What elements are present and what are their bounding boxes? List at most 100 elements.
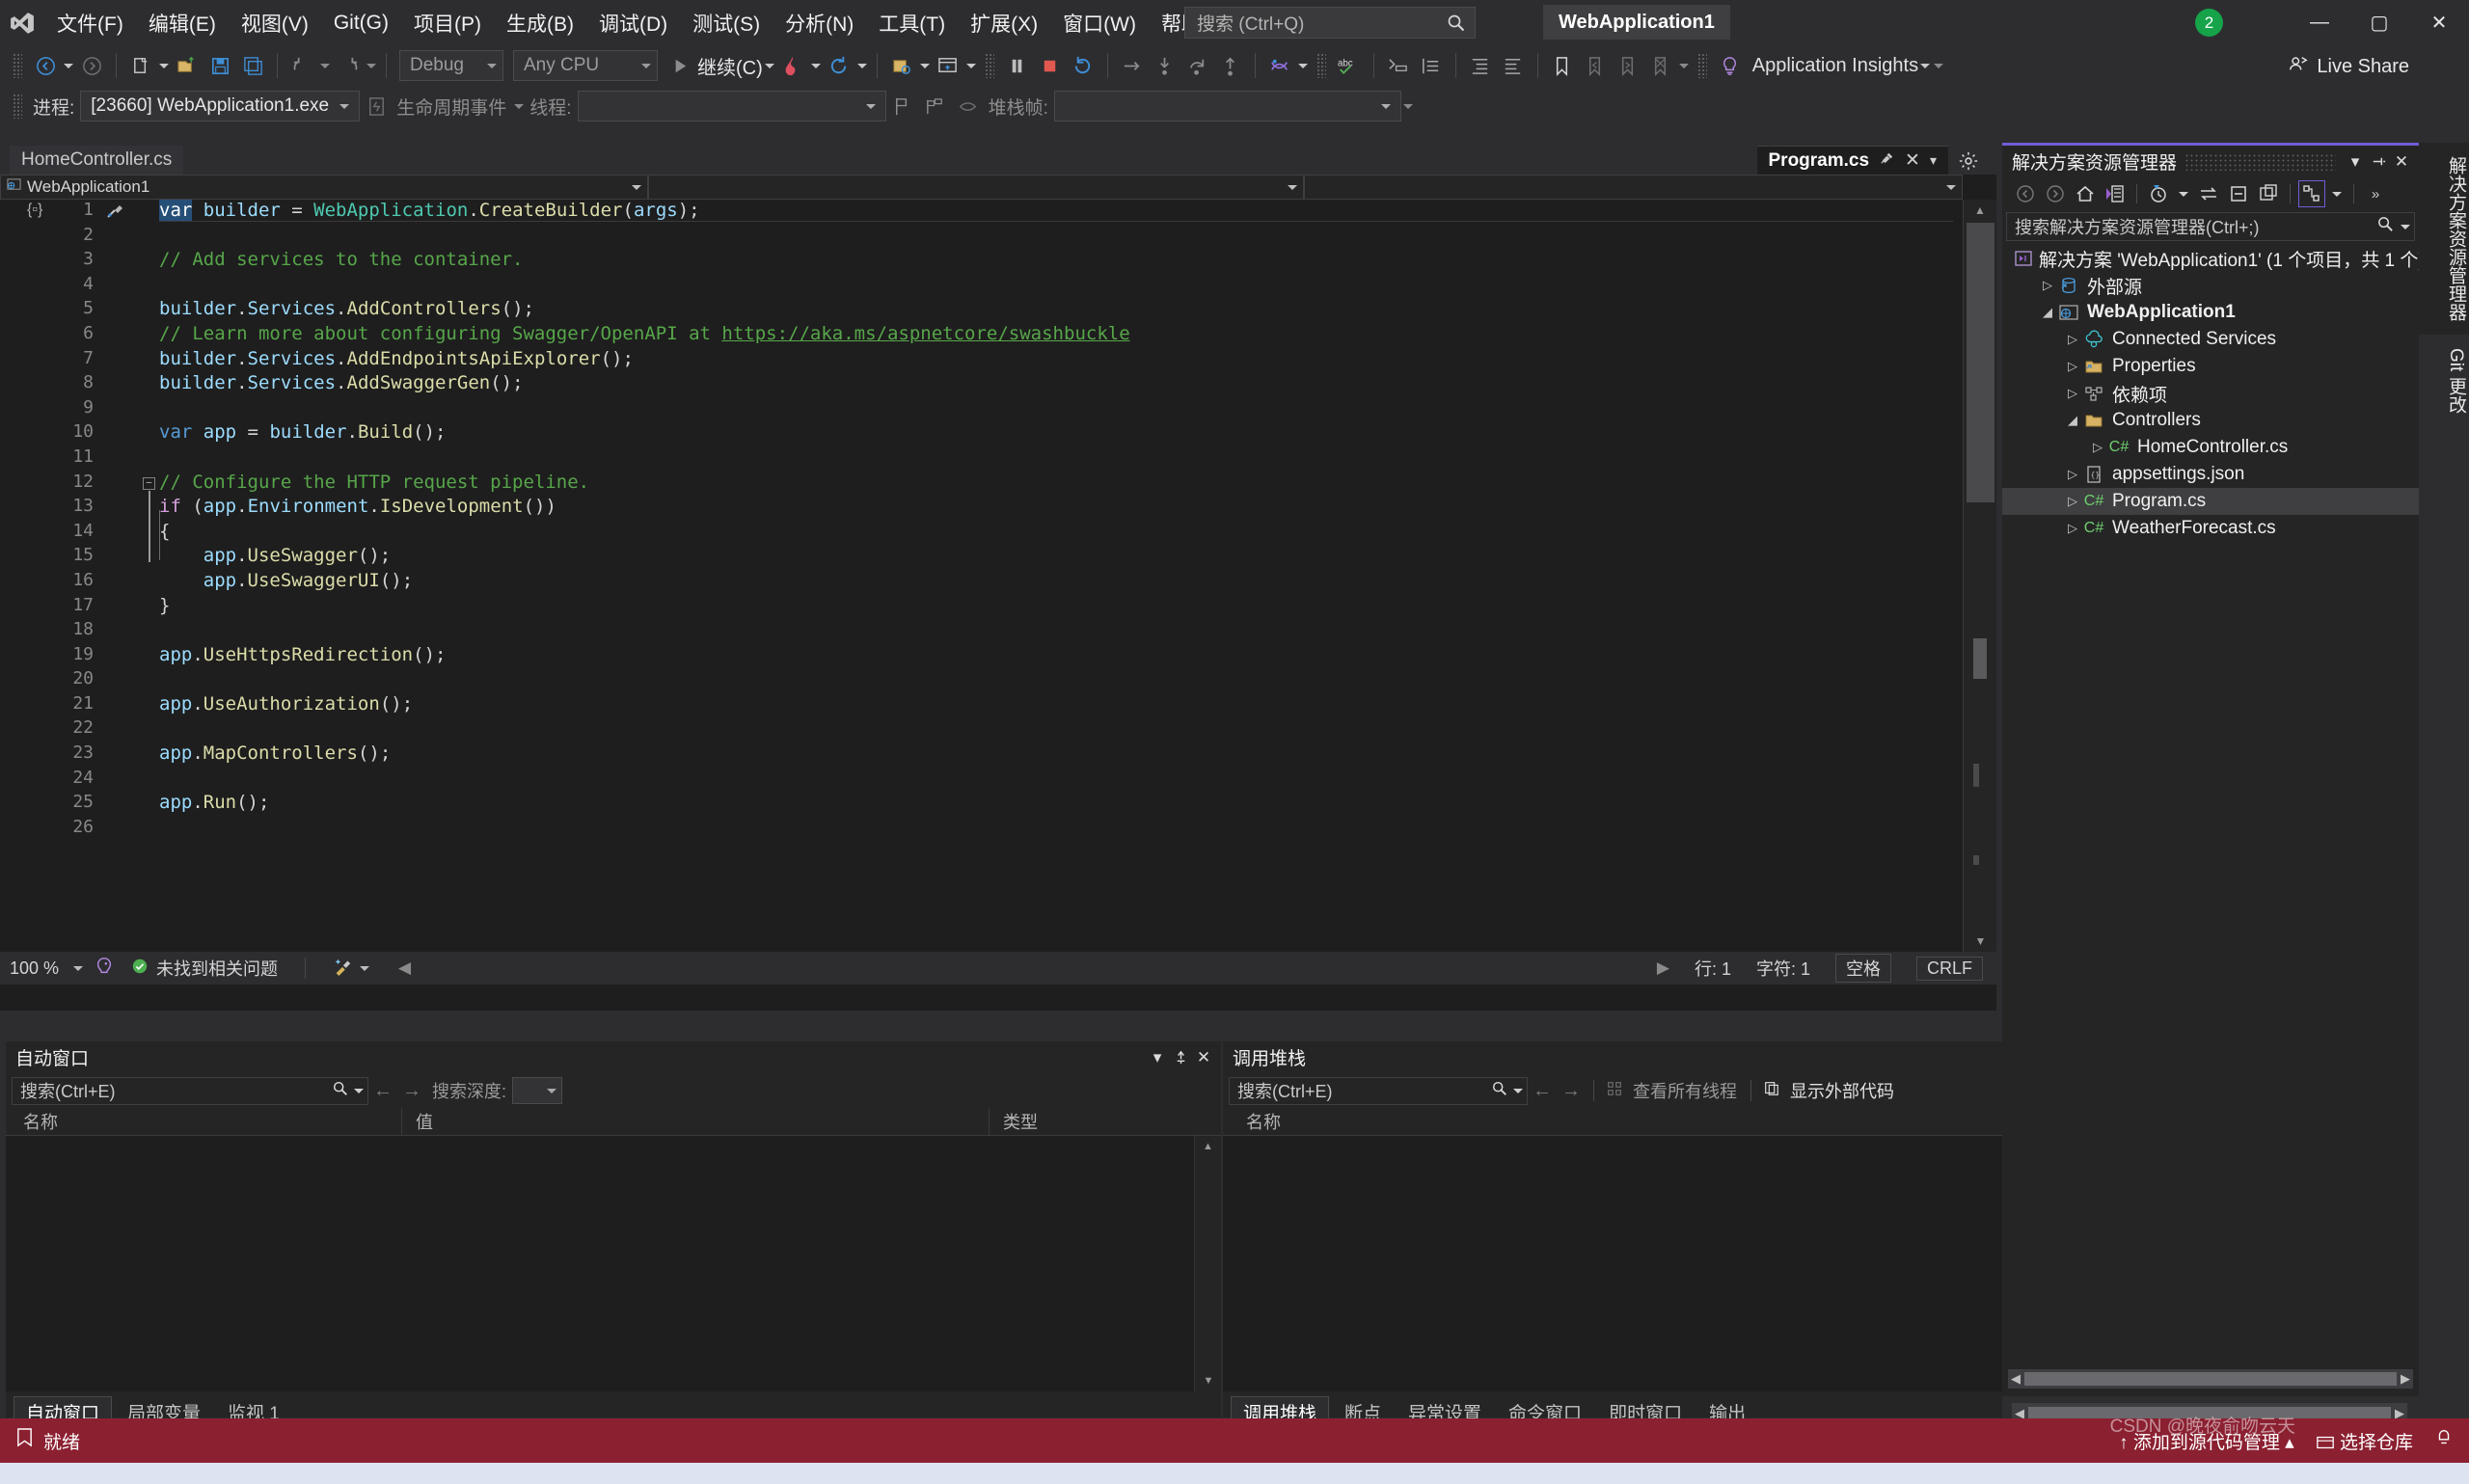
lifecycle-events-icon[interactable] — [360, 89, 393, 123]
se-forward-icon[interactable] — [2042, 180, 2069, 207]
menu-item-5[interactable]: 生成(B) — [494, 0, 586, 45]
se-back-icon[interactable] — [2012, 180, 2039, 207]
select-startup-item-icon[interactable] — [932, 48, 964, 83]
lifecycle-events-dropdown[interactable] — [512, 89, 526, 123]
menu-item-4[interactable]: 项目(P) — [401, 0, 494, 45]
new-item-icon[interactable] — [124, 48, 157, 83]
code-line[interactable]: 16 app.UseSwaggerUI(); — [0, 570, 1963, 595]
scroll-down-icon[interactable]: ▼ — [1964, 931, 1997, 952]
continue-dropdown[interactable] — [763, 48, 776, 83]
panel-drag-dots[interactable] — [2184, 152, 2336, 171]
intellicode-icon[interactable] — [95, 957, 114, 981]
member-select[interactable] — [1304, 175, 1963, 200]
continue-play-icon[interactable] — [663, 48, 695, 83]
se-search-dropdown-icon[interactable] — [2401, 224, 2410, 229]
uncomment-selection-icon[interactable] — [1415, 48, 1448, 83]
code-line[interactable]: 12 // Configure the HTTP request pipeline… — [0, 472, 1963, 497]
restart-debug-icon[interactable] — [1067, 48, 1099, 83]
editor-settings-gear-icon[interactable] — [1958, 150, 1979, 176]
se-overflow-icon[interactable]: » — [2362, 180, 2389, 207]
autos-col-name[interactable]: 名称 — [6, 1109, 401, 1134]
save-icon[interactable] — [203, 48, 236, 83]
menu-item-8[interactable]: 分析(N) — [773, 0, 866, 45]
threads-dropdown[interactable] — [1296, 48, 1310, 83]
thread-select[interactable] — [577, 91, 886, 121]
panel-close-icon[interactable]: ✕ — [2390, 150, 2413, 174]
toolbar-grip[interactable] — [13, 53, 22, 78]
prev-bookmark-icon[interactable] — [1579, 48, 1612, 83]
open-file-icon[interactable] — [171, 48, 203, 83]
outdent-icon[interactable] — [1497, 48, 1530, 83]
continue-label[interactable]: 继续(C) — [697, 52, 763, 80]
hot-reload-icon[interactable] — [776, 48, 809, 83]
panel-menu-chevron-down-icon[interactable]: ▾ — [2344, 150, 2367, 174]
autos-search-depth-select[interactable] — [512, 1077, 563, 1104]
restart-dropdown[interactable] — [855, 48, 869, 83]
autos-vertical-scrollbar[interactable]: ▲ ▼ — [1194, 1136, 1221, 1391]
solution-platform-select[interactable]: Any CPU — [513, 50, 658, 81]
code-editor[interactable]: {▫} − 1 var builder = WebApplication.Crea… — [0, 200, 1963, 952]
tree-node-7[interactable]: ▷ C# HomeController.cs — [2002, 434, 2419, 461]
code-cleanup-dropdown[interactable] — [360, 965, 369, 971]
solution-tree[interactable]: 解决方案 'WebApplication1' (1 个项目，共 1 个) ▷ 外部源… — [2002, 245, 2425, 542]
se-home-icon[interactable] — [2072, 180, 2099, 207]
navigate-forward-icon[interactable] — [75, 48, 108, 83]
tree-expander-icon[interactable]: ▷ — [2039, 278, 2056, 293]
code-line[interactable]: 17} — [0, 595, 1963, 620]
stop-icon[interactable] — [1034, 48, 1067, 83]
code-line[interactable]: 8 builder.Services.AddSwaggerGen(); — [0, 372, 1963, 397]
redo-dropdown[interactable] — [365, 48, 378, 83]
hscroll-right-icon[interactable]: ▶ — [2401, 1371, 2410, 1387]
editor-vertical-scrollbar[interactable]: ▲ ▼ — [1963, 200, 1996, 952]
autos-scroll-down-icon[interactable]: ▼ — [1195, 1370, 1222, 1391]
clear-bookmarks-icon[interactable] — [1644, 48, 1677, 83]
scroll-left-icon[interactable]: ◀ — [398, 958, 411, 978]
toolbar-overflow[interactable] — [1932, 48, 1945, 83]
bookmark-icon[interactable] — [1546, 48, 1579, 83]
code-line[interactable]: 21 app.UseAuthorization(); — [0, 693, 1963, 718]
spellcheck-icon[interactable]: abc — [1333, 48, 1366, 83]
show-external-code-icon[interactable] — [1763, 1080, 1780, 1102]
code-line[interactable]: 14 { — [0, 521, 1963, 546]
step-out-icon[interactable] — [1214, 48, 1247, 83]
new-item-dropdown[interactable] — [157, 48, 171, 83]
type-select[interactable] — [648, 175, 1304, 200]
code-line[interactable]: 1 var builder = WebApplication.CreateBuil… — [0, 200, 1963, 225]
code-line[interactable]: 25 app.Run(); — [0, 792, 1963, 817]
undo-dropdown[interactable] — [318, 48, 332, 83]
code-lines[interactable]: 1 var builder = WebApplication.CreateBuil… — [0, 200, 1963, 841]
code-line[interactable]: 6 // Learn more about configuring Swagger… — [0, 323, 1963, 348]
pause-icon[interactable] — [1001, 48, 1034, 83]
toolbar-grip-3[interactable] — [1316, 53, 1326, 78]
scrollbar-thumb[interactable] — [1967, 223, 1994, 502]
tree-node-8[interactable]: ▷ {} appsettings.json — [2002, 461, 2419, 488]
tree-expander-icon[interactable]: ▷ — [2089, 440, 2106, 455]
save-all-icon[interactable] — [236, 48, 269, 83]
code-line[interactable]: 22 — [0, 717, 1963, 742]
se-show-all-files-icon[interactable] — [2298, 180, 2325, 207]
menu-item-10[interactable]: 扩展(X) — [958, 0, 1050, 45]
redo-icon[interactable] — [332, 48, 365, 83]
toolbar-grip-4[interactable] — [1696, 53, 1707, 78]
callstack-search-prev-icon[interactable]: ← — [1528, 1080, 1557, 1102]
tree-expander-icon[interactable]: ◢ — [2039, 305, 2056, 320]
code-line[interactable]: 4 — [0, 274, 1963, 299]
hscroll-left-icon[interactable]: ◀ — [2011, 1371, 2021, 1387]
tree-expander-icon[interactable]: ▷ — [2064, 386, 2081, 401]
panel-pin-icon[interactable] — [2367, 150, 2390, 174]
zoom-dropdown-icon[interactable] — [73, 965, 83, 971]
step-into-icon[interactable] — [1149, 48, 1181, 83]
debug-toolbar-overflow[interactable] — [1401, 89, 1415, 123]
threads-icon[interactable] — [1263, 48, 1296, 83]
code-line[interactable]: 10 var app = builder.Build(); — [0, 421, 1963, 446]
restart-icon[interactable] — [823, 48, 855, 83]
browser-link-icon[interactable] — [885, 48, 918, 83]
tree-expander-icon[interactable]: ▷ — [2064, 467, 2081, 482]
code-line[interactable]: 20 — [0, 668, 1963, 693]
close-button[interactable]: ✕ — [2409, 0, 2469, 45]
show-next-statement-icon[interactable] — [1116, 48, 1149, 83]
tab-program[interactable]: Program.cs ✕ ▾ — [1756, 146, 1948, 175]
tab-list-dropdown-icon[interactable]: ▾ — [1930, 152, 1937, 169]
menu-item-0[interactable]: 文件(F) — [44, 0, 136, 45]
tree-expander-icon[interactable]: ◢ — [2064, 413, 2081, 428]
